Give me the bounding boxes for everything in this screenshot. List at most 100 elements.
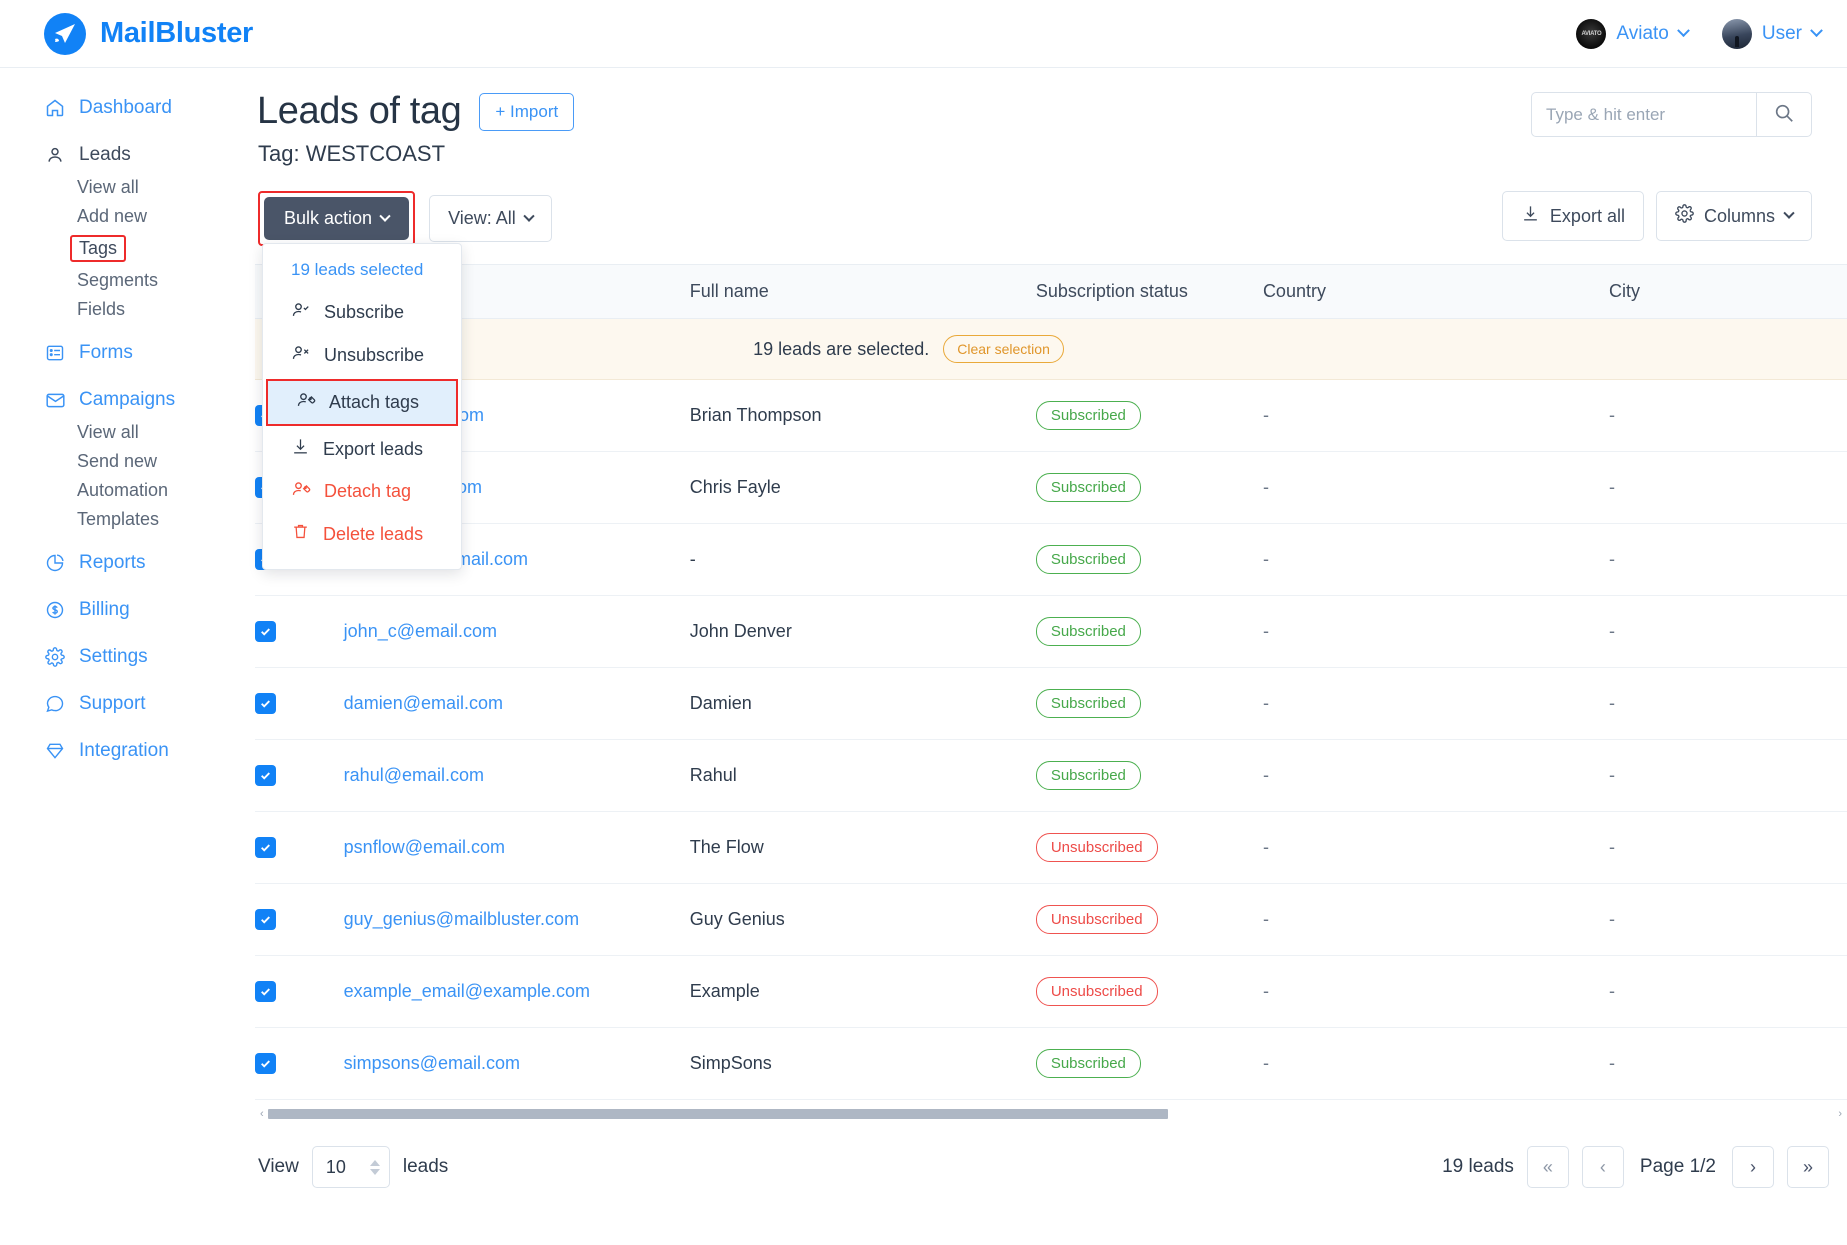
email-link[interactable]: example_email@example.com xyxy=(344,981,590,1001)
stepper-down-icon[interactable] xyxy=(369,1168,380,1175)
email-link[interactable]: damien@email.com xyxy=(344,693,503,713)
sidebar-item-support[interactable]: Support xyxy=(0,686,255,722)
table-row[interactable]: chris@email.comChris FayleSubscribed-- xyxy=(255,451,1847,524)
email-link[interactable]: john_c@email.com xyxy=(344,621,497,641)
import-button[interactable]: + Import xyxy=(479,92,575,131)
dropdown-item-detach-tag[interactable]: Detach tag xyxy=(263,470,461,513)
dropdown-heading: 19 leads selected xyxy=(291,260,424,279)
row-select-cell[interactable] xyxy=(255,811,344,884)
table-row[interactable]: john_c@email.com John Denver Subscribed - - xyxy=(255,595,1847,668)
export-all-label: Export all xyxy=(1549,205,1625,226)
row-checkbox[interactable] xyxy=(255,837,276,858)
export-all-button[interactable]: Export all xyxy=(1501,191,1644,241)
column-header-fullname[interactable]: Full name xyxy=(689,264,1036,319)
row-status-cell: Subscribed xyxy=(1035,1027,1263,1100)
row-checkbox[interactable] xyxy=(255,981,276,1002)
table-row[interactable]: example_email@example.com Example Unsubscr… xyxy=(255,955,1847,1028)
table-row[interactable]: rahul@email.com Rahul Subscribed - - xyxy=(255,739,1847,812)
row-email-cell[interactable]: damien@email.com xyxy=(343,667,690,740)
dollar-circle-icon xyxy=(44,599,66,621)
row-email-cell[interactable]: rahul@email.com xyxy=(343,739,690,812)
stepper-up-icon[interactable] xyxy=(369,1159,380,1166)
table-row[interactable]: brian@email.comBrian ThompsonSubscribed-… xyxy=(255,379,1847,452)
sidebar-item-campaigns[interactable]: Campaigns xyxy=(0,382,255,418)
scroll-left-icon[interactable]: ‹ xyxy=(260,1108,264,1120)
row-checkbox[interactable] xyxy=(255,1053,276,1074)
page-size-stepper[interactable]: 10 xyxy=(311,1146,390,1188)
stepper-arrows[interactable] xyxy=(369,1159,380,1175)
column-header-country[interactable]: Country xyxy=(1262,264,1610,319)
horizontal-scrollbar[interactable]: ‹ › xyxy=(260,1107,1842,1120)
table-row[interactable]: simpsons@email.com SimpSons Subscribed - - xyxy=(255,1027,1847,1100)
dropdown-item-subscribe[interactable]: Subscribe xyxy=(263,291,461,334)
sidebar-item-dashboard[interactable]: Dashboard xyxy=(0,90,255,126)
table-body: 19 leads are selected. Clear selection b… xyxy=(255,318,1847,1100)
scroll-right-icon[interactable]: › xyxy=(1838,1108,1842,1120)
last-page-button[interactable]: » xyxy=(1787,1146,1829,1188)
table-row[interactable]: psnflow@email.com The Flow Unsubscribed - - xyxy=(255,811,1847,884)
sidebar-item-automation[interactable]: Automation xyxy=(0,476,255,505)
account-switcher[interactable]: Aviato xyxy=(1576,18,1690,49)
column-header-city[interactable]: City xyxy=(1609,264,1847,319)
first-page-button[interactable]: « xyxy=(1526,1146,1569,1188)
row-select-cell[interactable] xyxy=(255,739,344,812)
table-row[interactable]: guy_genius@mailbluster.com Guy Genius Unsu… xyxy=(255,883,1847,956)
row-email-cell[interactable]: guy_genius@mailbluster.com xyxy=(343,883,690,956)
row-checkbox[interactable] xyxy=(255,909,276,930)
dropdown-item-attach-tags[interactable]: Attach tags xyxy=(268,381,456,424)
dropdown-item-delete-leads[interactable]: Delete leads xyxy=(263,513,461,555)
row-checkbox[interactable] xyxy=(255,621,276,642)
sidebar-item-billing[interactable]: Billing xyxy=(0,592,255,628)
sidebar-item-templates[interactable]: Templates xyxy=(0,505,255,534)
status-badge: Subscribed xyxy=(1035,761,1141,790)
table-row[interactable]: mnlsjndjks@email.com-Subscribed-- xyxy=(255,523,1847,596)
column-header-subscription-status[interactable]: Subscription status xyxy=(1035,264,1263,319)
user-menu[interactable]: User xyxy=(1721,18,1823,49)
next-page-button[interactable]: › xyxy=(1732,1146,1774,1188)
sidebar-item-campaigns-view-all[interactable]: View all xyxy=(0,418,255,447)
row-select-cell[interactable] xyxy=(255,595,344,668)
row-select-cell[interactable] xyxy=(255,667,344,740)
row-email-cell[interactable]: example_email@example.com xyxy=(343,955,690,1028)
row-checkbox[interactable] xyxy=(255,765,276,786)
sidebar-item-integration[interactable]: Integration xyxy=(0,733,255,769)
row-email-cell[interactable]: john_c@email.com xyxy=(343,595,690,668)
gear-icon xyxy=(44,646,66,668)
sidebar-item-leads-add-new[interactable]: Add new xyxy=(0,202,255,231)
sidebar-item-leads-view-all[interactable]: View all xyxy=(0,173,255,202)
email-link[interactable]: psnflow@email.com xyxy=(344,837,505,857)
selection-banner-text: 19 leads are selected. xyxy=(753,338,930,359)
clear-selection-button[interactable]: Clear selection xyxy=(943,335,1064,363)
email-link[interactable]: guy_genius@mailbluster.com xyxy=(344,909,579,929)
sidebar-item-send-new[interactable]: Send new xyxy=(0,447,255,476)
brand-logo-group[interactable]: MailBluster xyxy=(44,12,253,55)
row-email-cell[interactable]: psnflow@email.com xyxy=(343,811,690,884)
view-filter-button[interactable]: View: All xyxy=(429,195,552,242)
sidebar-item-tags[interactable]: Tags xyxy=(0,231,255,266)
columns-button[interactable]: Columns xyxy=(1655,191,1812,241)
sidebar-item-settings[interactable]: Settings xyxy=(0,639,255,675)
email-link[interactable]: simpsons@email.com xyxy=(344,1053,520,1073)
prev-page-button[interactable]: ‹ xyxy=(1581,1146,1624,1188)
row-select-cell[interactable] xyxy=(255,883,344,956)
dropdown-item-unsubscribe[interactable]: Unsubscribe xyxy=(263,334,461,377)
row-email-cell[interactable]: simpsons@email.com xyxy=(343,1027,690,1100)
sidebar-item-segments[interactable]: Segments xyxy=(0,266,255,295)
person-x-icon xyxy=(291,343,311,368)
sidebar-item-reports[interactable]: Reports xyxy=(0,545,255,581)
row-checkbox[interactable] xyxy=(255,693,276,714)
row-select-cell[interactable] xyxy=(255,1027,344,1100)
sidebar-item-leads[interactable]: Leads xyxy=(0,137,255,173)
row-select-cell[interactable] xyxy=(255,955,344,1028)
search-button[interactable] xyxy=(1756,92,1812,137)
table-row[interactable]: damien@email.com Damien Subscribed - - xyxy=(255,667,1847,740)
sidebar-item-forms[interactable]: Forms xyxy=(0,335,255,371)
bulk-action-button[interactable]: Bulk action xyxy=(264,197,410,240)
email-link[interactable]: rahul@email.com xyxy=(344,765,484,785)
search-input[interactable] xyxy=(1531,92,1756,137)
scrollbar-thumb[interactable] xyxy=(268,1109,1168,1119)
dropdown-item-label: Attach tags xyxy=(329,392,420,412)
dropdown-item-export-leads[interactable]: Export leads xyxy=(263,428,461,470)
sidebar-item-fields[interactable]: Fields xyxy=(0,295,255,324)
